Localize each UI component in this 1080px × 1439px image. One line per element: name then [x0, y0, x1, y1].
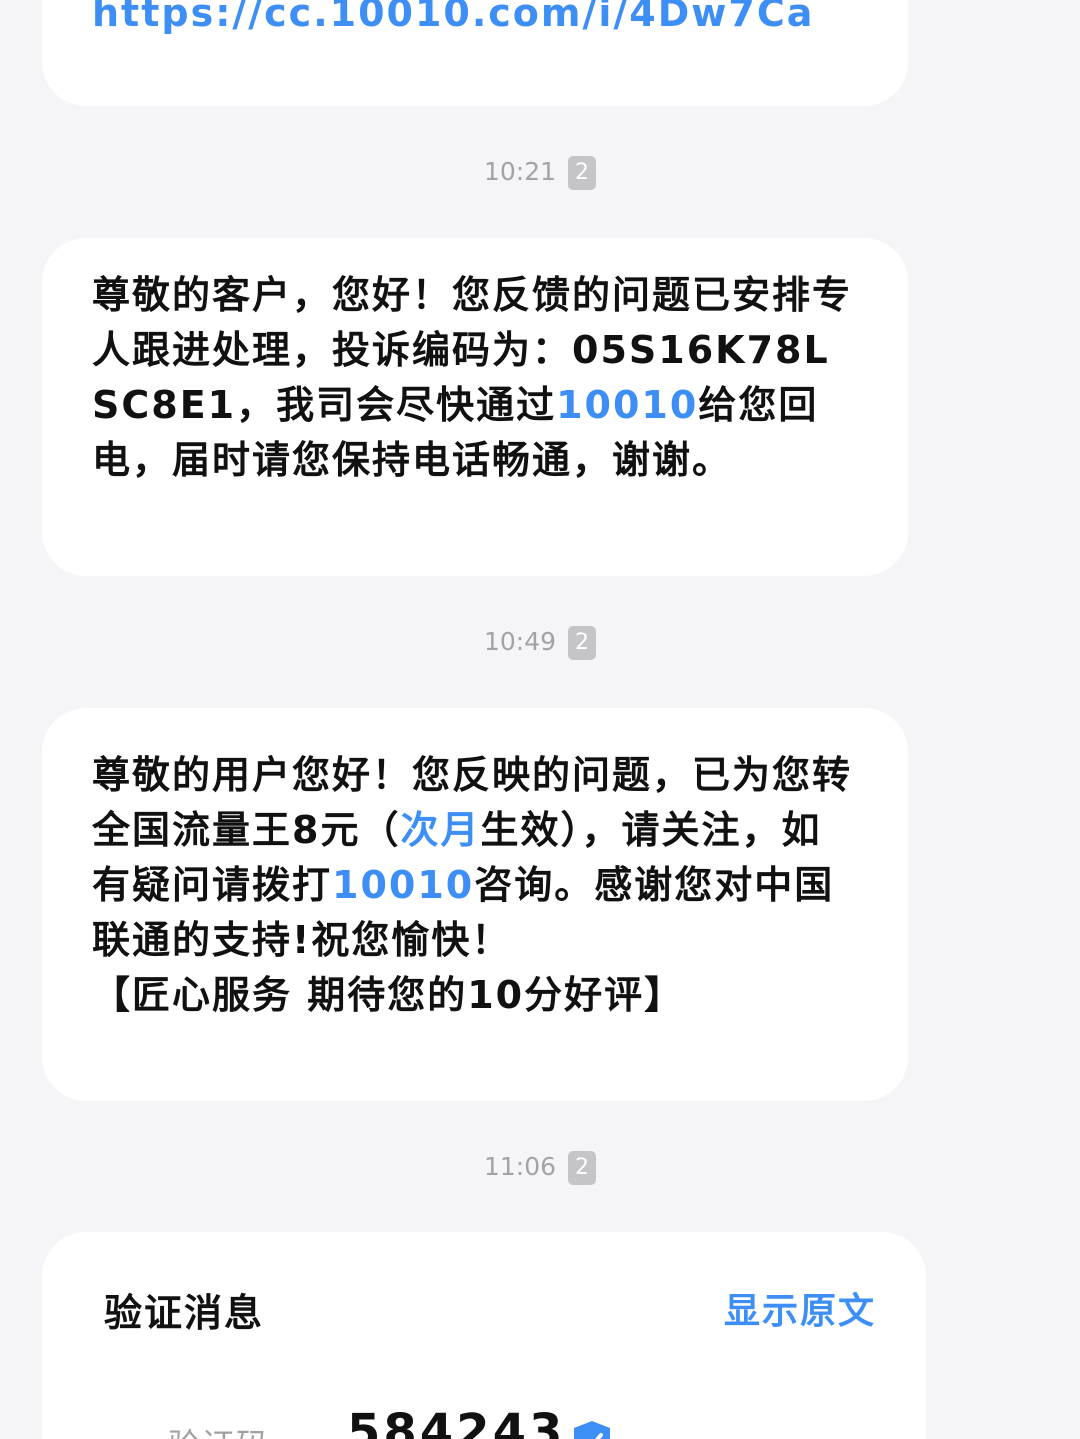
phone-number-link[interactable]: 10010	[332, 863, 474, 907]
timestamp-text: 10:49	[484, 627, 557, 656]
message-bubble-1[interactable]: https://cc.10010.com/i/4Dw7Ca	[42, 0, 908, 106]
timestamp-2: 10:49 2	[0, 624, 1080, 660]
message-body: 尊敬的用户您好！您反映的问题，已为您转全国流量王8元（次月生效），请关注，如有疑…	[92, 748, 858, 1023]
verification-card[interactable]: 验证消息 显示原文 验证码 584243	[42, 1232, 926, 1439]
sim-card-icon: 2	[568, 626, 596, 660]
message-bubble-2[interactable]: 尊敬的客户，您好！您反馈的问题已安排专人跟进处理，投诉编码为：05S16K78L…	[42, 238, 908, 576]
message-thread: https://cc.10010.com/i/4Dw7Ca 10:21 2 尊敬…	[0, 0, 1080, 1439]
verification-code[interactable]: 584243	[347, 1404, 565, 1439]
timestamp-1: 10:21 2	[0, 154, 1080, 190]
timestamp-text: 10:21	[484, 157, 557, 186]
show-original-button[interactable]: 显示原文	[724, 1282, 876, 1334]
timestamp-text: 11:06	[484, 1152, 557, 1181]
message-footer: 【匠心服务 期待您的10分好评】	[92, 973, 685, 1017]
message-bubble-3[interactable]: 尊敬的用户您好！您反映的问题，已为您转全国流量王8元（次月生效），请关注，如有疑…	[42, 708, 908, 1101]
message-body: 尊敬的客户，您好！您反馈的问题已安排专人跟进处理，投诉编码为：05S16K78L…	[92, 268, 858, 488]
code-label: 验证码	[168, 1420, 270, 1439]
date-link[interactable]: 次月	[400, 808, 480, 852]
message-link[interactable]: https://cc.10010.com/i/4Dw7Ca	[92, 0, 814, 38]
verification-title: 验证消息	[104, 1291, 265, 1335]
sim-card-icon: 2	[568, 156, 596, 190]
phone-number-link[interactable]: 10010	[556, 383, 698, 427]
sim-card-icon: 2	[568, 1151, 596, 1185]
timestamp-3: 11:06 2	[0, 1149, 1080, 1185]
copy-code-icon[interactable]	[570, 1419, 614, 1439]
